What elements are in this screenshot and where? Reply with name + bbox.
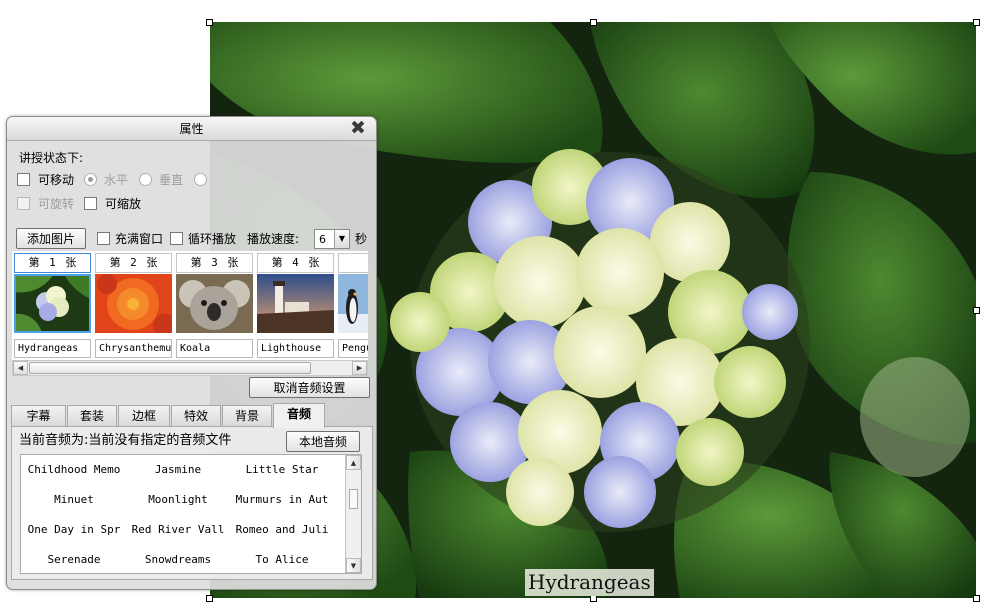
- thumbnail-scrollbar[interactable]: ◀ ▶: [12, 360, 368, 376]
- hydrangeas-thumbnail-image: [14, 274, 91, 333]
- dialog-title: 属性: [179, 122, 204, 136]
- audio-track[interactable]: Snowdreams: [125, 551, 231, 569]
- speed-select[interactable]: 6 ▼: [314, 229, 350, 249]
- rotatable-checkbox[interactable]: [17, 197, 30, 210]
- audio-list-scrollbar[interactable]: ▲ ▼: [345, 455, 361, 573]
- rotatable-label: 可旋转: [38, 197, 75, 211]
- thumbnail-name[interactable]: Penguins: [338, 339, 368, 358]
- resize-handle-top-right[interactable]: [973, 19, 980, 26]
- dialog-titlebar[interactable]: 属性 ✖: [7, 117, 376, 141]
- thumbnail-2[interactable]: 第 2 张 Chrysanthemum: [95, 253, 172, 358]
- thumbnail-index: 第 1 张: [14, 253, 91, 273]
- audio-track[interactable]: Little Star: [229, 461, 335, 479]
- audio-track[interactable]: To Alice: [229, 551, 335, 569]
- fill-window-checkbox[interactable]: [97, 232, 110, 245]
- tab-bar: 字幕 套装 边框 特效 背景 音频: [11, 403, 373, 428]
- thumbnail-name[interactable]: Koala: [176, 339, 253, 358]
- thumbnail-4[interactable]: 第 4 张 Lighthouse: [257, 253, 334, 358]
- resize-handle-bottom[interactable]: [590, 595, 597, 602]
- chrysanthemum-thumbnail-image: [95, 274, 172, 333]
- speed-value: 6: [319, 233, 326, 246]
- scroll-left-icon[interactable]: ◀: [13, 361, 28, 375]
- audio-track[interactable]: Serenade: [21, 551, 127, 569]
- audio-track[interactable]: Red River Vall: [125, 521, 231, 539]
- local-audio-button[interactable]: 本地音频: [286, 431, 360, 452]
- chevron-down-icon[interactable]: ▼: [334, 230, 349, 248]
- thumbnail-5[interactable]: 第 Penguins: [338, 253, 368, 358]
- penguins-thumbnail-image: [338, 274, 368, 333]
- vertical-radio[interactable]: [139, 173, 152, 186]
- current-audio-label: 当前音频为:当前没有指定的音频文件: [19, 433, 232, 448]
- horizontal-radio[interactable]: [84, 173, 97, 186]
- resize-handle-bottom-right[interactable]: [973, 595, 980, 602]
- resize-handle-top[interactable]: [590, 19, 597, 26]
- loop-play-checkbox[interactable]: [170, 232, 183, 245]
- thumbnail-index: 第 4 张: [257, 253, 334, 273]
- resize-handle-top-left[interactable]: [206, 19, 213, 26]
- audio-track[interactable]: Jasmine: [125, 461, 231, 479]
- cancel-audio-button[interactable]: 取消音频设置: [249, 377, 370, 398]
- tab-audio[interactable]: 音频: [273, 403, 325, 428]
- audio-tab-panel: 当前音频为:当前没有指定的音频文件 本地音频 Childhood Memo Ja…: [11, 426, 373, 580]
- add-image-button[interactable]: 添加图片: [16, 228, 86, 249]
- thumbnail-3[interactable]: 第 3 张 Koala: [176, 253, 253, 358]
- thumbnail-index: 第: [338, 253, 368, 273]
- thumbnail-index: 第 2 张: [95, 253, 172, 273]
- teaching-state-label: 讲授状态下:: [19, 151, 84, 165]
- resize-handle-bottom-left[interactable]: [206, 595, 213, 602]
- thumbnail-name[interactable]: Chrysanthemum: [95, 339, 172, 358]
- koala-thumbnail-image: [176, 274, 253, 333]
- close-icon[interactable]: ✖: [348, 118, 368, 138]
- audio-track[interactable]: Minuet: [21, 491, 127, 509]
- tab-effects[interactable]: 特效: [171, 405, 221, 427]
- scalable-checkbox[interactable]: [84, 197, 97, 210]
- loop-play-label: 循环播放: [188, 232, 237, 246]
- image-caption: Hydrangeas: [525, 569, 654, 596]
- movable-label: 可移动: [38, 173, 75, 187]
- movable-checkbox[interactable]: [17, 173, 30, 186]
- thumbnail-name[interactable]: Lighthouse: [257, 339, 334, 358]
- vertical-label: 垂直: [159, 173, 184, 187]
- lighthouse-thumbnail-image: [257, 274, 334, 333]
- thumbnail-index: 第 3 张: [176, 253, 253, 273]
- scroll-right-icon[interactable]: ▶: [352, 361, 367, 375]
- audio-track[interactable]: Childhood Memo: [21, 461, 127, 479]
- tab-background[interactable]: 背景: [222, 405, 272, 427]
- audio-track[interactable]: Romeo and Juli: [229, 521, 335, 539]
- properties-dialog: 属性 ✖ 讲授状态下: 可移动 水平 垂直 可旋转 可缩放 添加图片 充满窗口 …: [6, 116, 377, 590]
- scrollbar-thumb[interactable]: [29, 362, 311, 374]
- scalable-label: 可缩放: [105, 197, 142, 211]
- free-radio[interactable]: [194, 173, 207, 186]
- thumbnail-1[interactable]: 第 1 张 Hydrangeas: [14, 253, 91, 358]
- fill-window-label: 充满窗口: [115, 232, 164, 246]
- resize-handle-right[interactable]: [973, 307, 980, 314]
- tab-suite[interactable]: 套装: [67, 405, 117, 427]
- tab-border[interactable]: 边框: [118, 405, 170, 427]
- horizontal-label: 水平: [104, 173, 129, 187]
- scroll-down-icon[interactable]: ▼: [346, 558, 361, 573]
- audio-track[interactable]: Murmurs in Aut: [229, 491, 335, 509]
- speed-label: 播放速度:: [247, 232, 300, 246]
- tab-subtitle[interactable]: 字幕: [11, 405, 66, 427]
- thumbnail-strip: 第 1 张 Hydrangeas 第 2 张 Chrysanthemum 第 3…: [12, 251, 368, 375]
- audio-track[interactable]: One Day in Spr: [21, 521, 127, 539]
- audio-track-list: Childhood Memo Jasmine Little Star Minue…: [20, 454, 362, 574]
- audio-track[interactable]: Moonlight: [125, 491, 231, 509]
- seconds-label: 秒: [355, 232, 368, 246]
- scrollbar-thumb[interactable]: [349, 489, 358, 509]
- scroll-up-icon[interactable]: ▲: [346, 455, 361, 470]
- thumbnail-name[interactable]: Hydrangeas: [14, 339, 91, 358]
